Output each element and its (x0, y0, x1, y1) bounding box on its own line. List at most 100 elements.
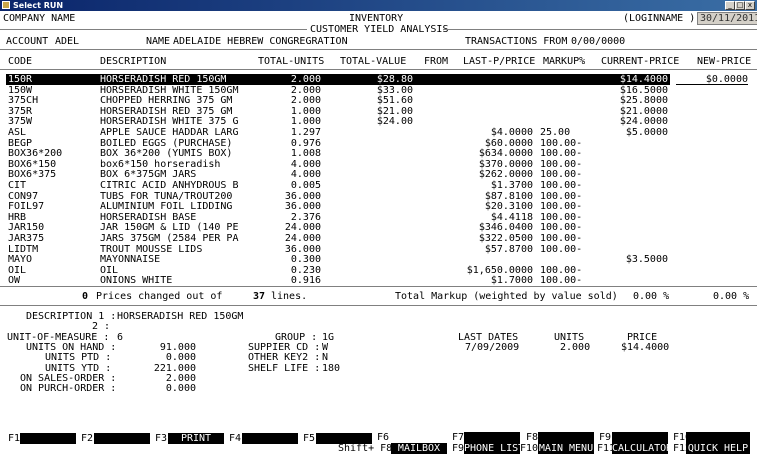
quick-help-button[interactable]: QUICK HELP (686, 432, 750, 454)
cell-last-price: $346.0400 (478, 222, 533, 234)
col-new-price: NEW-PRICE (697, 56, 752, 67)
table-row[interactable]: MAYO MAYONNAISE 0.300 $3.5000 (0, 254, 757, 265)
divider (0, 69, 757, 70)
cell-markup: 25.00 (540, 127, 571, 138)
cell-description: TROUT MOUSSE LIDS (100, 243, 203, 255)
cell-total-value: $51.60 (376, 95, 413, 107)
cell-markup: 100.00- (540, 148, 583, 160)
cell-markup: 100.00- (540, 201, 583, 213)
key2-value: N (322, 352, 329, 363)
table-row[interactable]: 150W HORSERADISH WHITE 150GM 2.000 $33.00 $1… (0, 85, 757, 96)
table-row[interactable]: ASL APPLE SAUCE HADDAR LARG 1.297 $4.0000 25… (0, 127, 757, 138)
purch-order-value: 0.000 (165, 383, 196, 394)
cell-markup: 100.00- (540, 264, 583, 276)
cell-total-units: 4.000 (290, 158, 321, 170)
account-code[interactable]: ADEL (55, 36, 79, 47)
cell-new-price[interactable]: $0.0000 (676, 74, 748, 85)
table-row[interactable]: BOX6*375 BOX 6*375GM JARS 4.000 $262.0000 10… (0, 169, 757, 180)
table-row[interactable]: 375CH CHOPPED HERRING 375 GM 2.000 $51.60 $2… (0, 95, 757, 106)
terminal-screen: COMPANY NAME INVENTORY (LOGINNAME ) 30/1… (0, 11, 757, 457)
cell-last-price: $87.8100 (484, 190, 533, 202)
table-row[interactable]: FOIL97 ALUMINIUM FOIL LIDDING 36.000 $20.31… (0, 201, 757, 212)
table-row[interactable]: OIL OIL 0.230 $1,650.0000 100.00- (0, 265, 757, 276)
cell-total-units: 1.008 (290, 148, 321, 160)
print-button[interactable]: PRINT (168, 433, 224, 444)
transactions-label: TRANSACTIONS FROM (465, 36, 568, 47)
table-row[interactable]: BOX6*150 box6*150 horseradish 4.000 $370.00… (0, 159, 757, 170)
cell-last-price: $4.0000 (490, 127, 533, 138)
main-menu-button[interactable]: MAIN MENU (538, 432, 594, 454)
minimize-button[interactable]: _ (725, 1, 735, 10)
cell-current-price: $25.8000 (619, 95, 668, 107)
col-markup: MARKUP% (543, 56, 586, 67)
col-current-price: CURRENT-PRICE (601, 56, 680, 67)
cell-code: FOIL97 (8, 201, 45, 213)
table-row[interactable]: HRB HORSERADISH BASE 2.376 $4.4118 100.00- (0, 212, 757, 223)
cell-description: BOX 36*200 (YUMIS BOX) (100, 148, 233, 160)
f1-button[interactable] (20, 433, 76, 444)
table-row[interactable]: 150R HORSERADISH RED 150GM 2.000 $28.80 $14.… (0, 74, 757, 85)
lines-count: 37 (253, 291, 266, 302)
f2-button[interactable] (94, 433, 150, 444)
f10-key-label: F10 (520, 443, 539, 454)
cell-description: HORSERADISH BASE (100, 211, 197, 223)
cell-code: 150W (8, 84, 33, 96)
markup-value-new: 0.00 % (713, 291, 750, 302)
f6-key-label: F6 (377, 432, 390, 443)
cell-total-units: 0.005 (290, 180, 321, 191)
f5-key-label: F5 (303, 433, 316, 444)
cell-code: HRB (8, 211, 27, 223)
f4-button[interactable] (242, 433, 298, 444)
window-title: Select RUN (13, 1, 64, 10)
date-field[interactable]: 30/11/2011 (697, 12, 757, 25)
table-row[interactable]: JAR150 JAR 150GM & LID (140 PE 24.000 $346.… (0, 222, 757, 233)
header-rule-left (0, 29, 307, 30)
cell-markup: 100.00- (540, 137, 583, 149)
cell-description: HORSERADISH RED 375 GM (100, 105, 233, 117)
table-row[interactable]: 375R HORSERADISH RED 375 GM 1.000 $21.00 $21… (0, 106, 757, 117)
maximize-button[interactable]: □ (735, 1, 745, 10)
cell-description: JARS 375GM (2584 PER PA (100, 233, 239, 244)
table-row[interactable]: JAR375 JARS 375GM (2584 PER PA 24.000 $322.… (0, 233, 757, 244)
cell-markup: 100.00- (540, 158, 583, 170)
table-row[interactable]: OW ONIONS WHITE 0.916 $1.7000 100.00- (0, 275, 757, 286)
uom-value: 6 (117, 332, 124, 343)
mailbox-button[interactable]: MAILBOX (391, 443, 447, 454)
cell-current-price: $5.0000 (625, 127, 668, 138)
close-button[interactable]: x (745, 1, 755, 10)
cell-total-units: 4.000 (290, 169, 321, 181)
col-description: DESCRIPTION (100, 56, 167, 67)
phone-list-button[interactable]: PHONE LIST (464, 432, 520, 454)
cell-total-units: 2.000 (290, 84, 321, 96)
transactions-from[interactable]: 0/00/0000 (571, 36, 625, 47)
cell-last-price: $262.0000 (478, 169, 533, 181)
cell-code: OIL (8, 264, 27, 276)
f4-key-label: F4 (229, 433, 242, 444)
cell-markup: 100.00- (540, 169, 583, 181)
f9-key-label: F9 (452, 443, 465, 454)
cell-code: 150R (8, 74, 33, 85)
cell-last-price: $4.4118 (490, 211, 533, 223)
table-row[interactable]: BOX36*200 BOX 36*200 (YUMIS BOX) 1.008 $634… (0, 148, 757, 159)
table-row[interactable]: CON97 TUBS FOR TUNA/TROUT200 36.000 $87.810… (0, 191, 757, 202)
cell-markup: 100.00- (540, 275, 583, 287)
table-row[interactable]: BEGP BOILED EGGS (PURCHASE) 0.976 $60.0000 1… (0, 138, 757, 149)
cell-total-units: 0.300 (290, 254, 321, 266)
cell-total-units: 0.230 (290, 264, 321, 276)
calculator-button[interactable]: CALCULATOR (612, 432, 668, 454)
col-from: FROM (424, 56, 449, 67)
cell-current-price: $14.4000 (619, 74, 668, 85)
page-title: INVENTORY (349, 13, 404, 24)
cell-code: CON97 (8, 190, 39, 202)
markup-label: Total Markup (weighted by value sold) (395, 291, 618, 302)
last-date-value: 7/09/2009 (465, 342, 520, 353)
app-icon (2, 1, 10, 9)
cell-total-units: 2.000 (290, 95, 321, 107)
table-row[interactable]: CIT CITRIC ACID ANHYDROUS B 0.005 $1.3700 10… (0, 180, 757, 191)
cell-total-units: 1.000 (290, 105, 321, 117)
cell-total-value: $24.00 (376, 116, 413, 128)
cell-description: APPLE SAUCE HADDAR LARG (100, 127, 239, 138)
cell-code: BOX6*150 (8, 158, 57, 170)
table-row[interactable]: LIDTM TROUT MOUSSE LIDS 36.000 $57.8700 100.… (0, 244, 757, 255)
table-row[interactable]: 375W HORSERADISH WHITE 375 G 1.000 $24.00 $2… (0, 116, 757, 127)
